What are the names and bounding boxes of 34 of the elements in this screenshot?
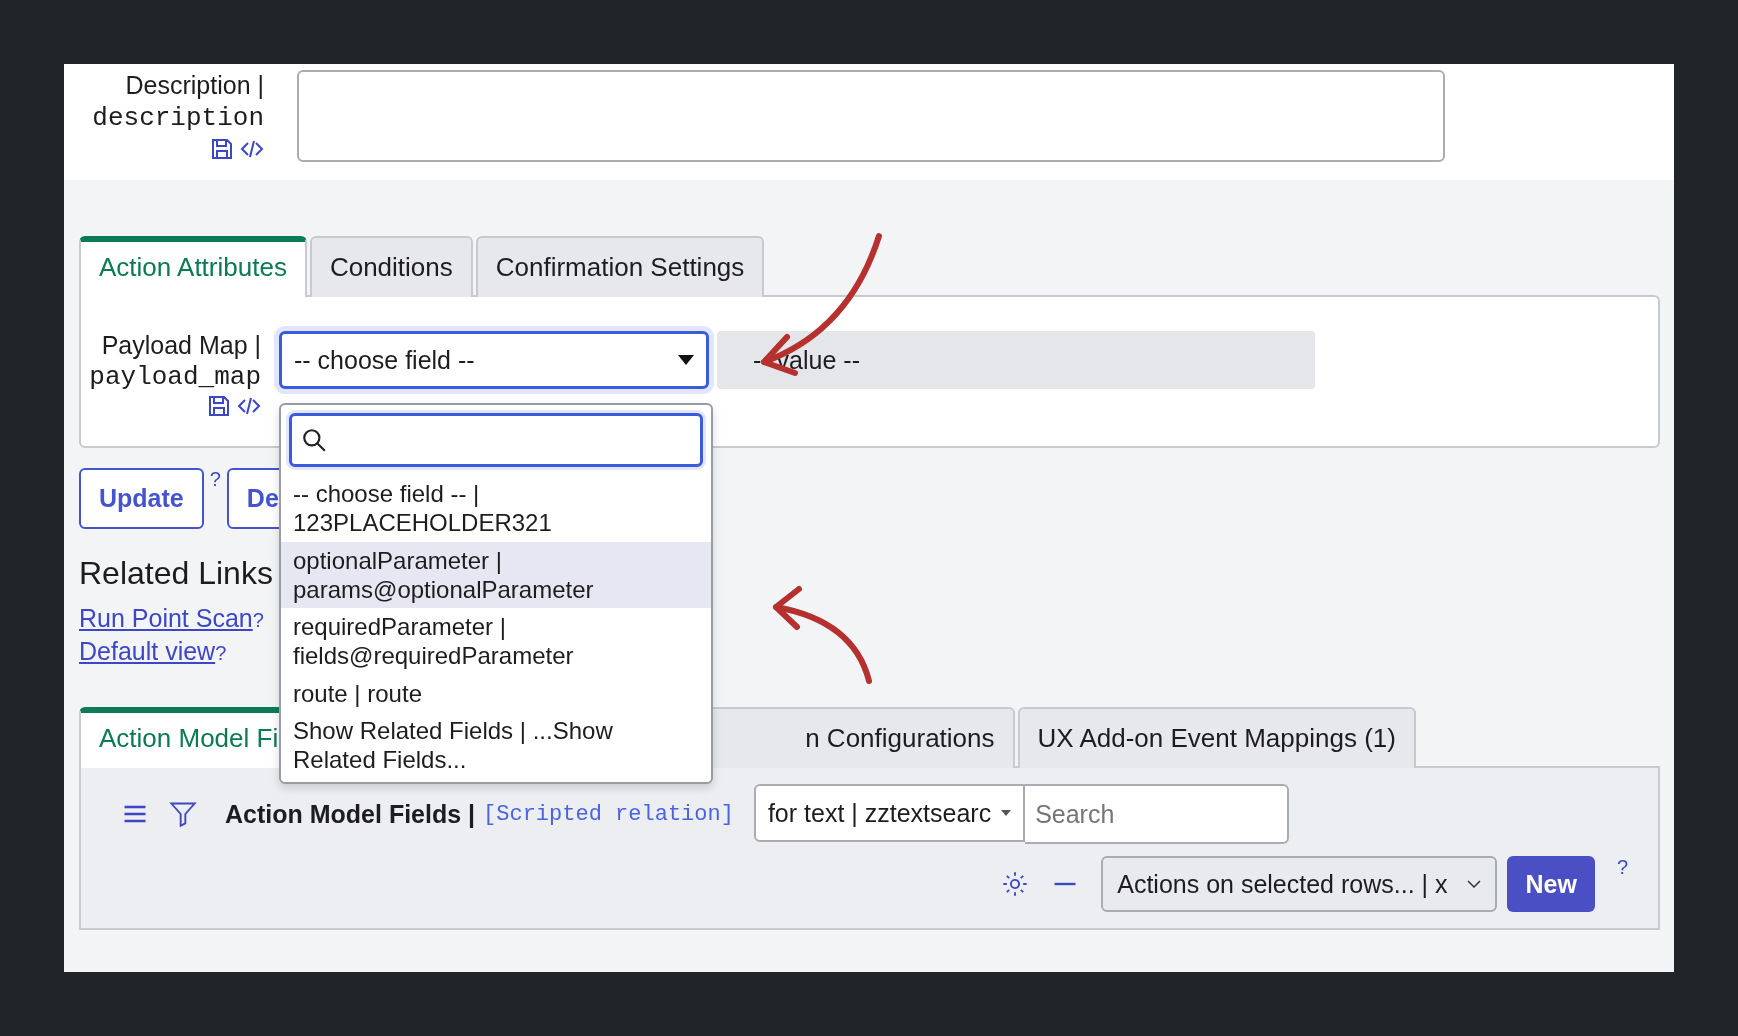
dropdown-option[interactable]: requiredParameter | fields@requiredParameter <box>281 608 711 675</box>
tab[interactable]: Conditions <box>309 236 473 297</box>
caret-icon <box>678 355 694 365</box>
outline-button[interactable]: Update <box>79 468 204 529</box>
related-link[interactable]: Run Point Scan <box>79 604 253 632</box>
related-link[interactable]: Default view <box>79 636 216 665</box>
search-icon <box>301 427 327 453</box>
save-icon[interactable] <box>210 137 234 162</box>
search-field[interactable] <box>289 413 703 467</box>
section-heading: Related Links <box>79 555 273 592</box>
chevron-icon <box>1467 880 1482 888</box>
list-title: Action Model Fields | <box>225 799 476 829</box>
help-link[interactable]: ? <box>252 609 264 631</box>
save-icon[interactable] <box>207 394 231 418</box>
actions-select[interactable]: Actions on selected rows... | x <box>1101 856 1498 912</box>
new-button[interactable]: New <box>1507 856 1595 912</box>
description-field[interactable] <box>297 70 1445 162</box>
help-link[interactable]: ? <box>1616 856 1628 879</box>
field-name: payload_map <box>89 362 261 392</box>
tab[interactable]: Action Attributes <box>79 236 307 297</box>
settings-icon[interactable] <box>1001 870 1030 898</box>
tab[interactable]: UX Add-on Event Mappings (1) <box>1017 707 1416 768</box>
field-label: Payload Map | <box>101 331 261 360</box>
caret-icon <box>1001 810 1012 816</box>
column-select[interactable]: for text | zztextsearc <box>753 784 1026 842</box>
filter-icon[interactable] <box>169 800 197 828</box>
tab[interactable]: Confirmation Settings <box>475 236 765 297</box>
dropdown-option[interactable]: optionalParameter | params@optionalParameter <box>281 541 711 609</box>
help-link[interactable]: ? <box>209 468 221 491</box>
field-label: Description | <box>125 70 264 100</box>
field-name: description <box>92 103 264 134</box>
help-link[interactable]: ? <box>215 641 227 664</box>
list-subtitle: [Scripted relation] <box>483 801 734 827</box>
search-field[interactable]: Search <box>1025 784 1290 844</box>
